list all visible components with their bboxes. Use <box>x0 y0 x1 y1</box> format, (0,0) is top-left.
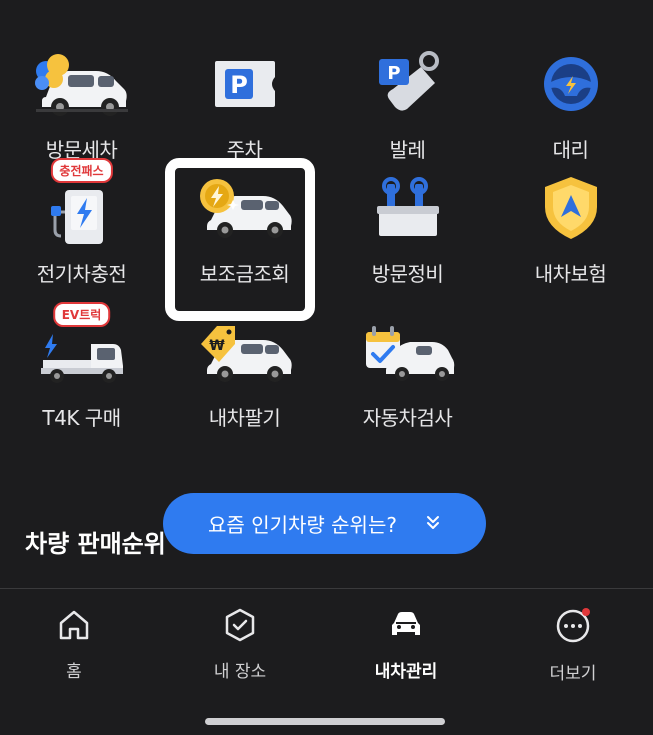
svg-text:₩: ₩ <box>209 338 225 354</box>
electric-truck-icon: EV트럭 <box>27 302 137 398</box>
bottom-navigation: 홈 내 장소 내차관리 더보기 <box>0 588 653 735</box>
promo-badge: EV트럭 <box>52 302 111 327</box>
car-wash-icon <box>27 38 137 130</box>
service-car-wash[interactable]: 방문세차 <box>0 38 163 178</box>
nav-my-car[interactable]: 내차관리 <box>346 607 466 682</box>
home-icon <box>56 607 92 647</box>
nav-label: 내차관리 <box>374 662 438 682</box>
popular-cars-label: 요즘 인기차량 순위는? <box>208 513 397 537</box>
sell-car-tag-icon: ₩ <box>190 306 300 398</box>
service-valet[interactable]: P 발레 <box>326 38 489 178</box>
service-car-insurance[interactable]: 내차보험 <box>489 162 652 302</box>
service-label: 자동차검사 <box>362 406 453 430</box>
inspection-calendar-icon <box>353 306 463 398</box>
service-home-maintenance[interactable]: 방문정비 <box>326 162 489 302</box>
promo-badge: 충전패스 <box>50 158 113 183</box>
service-sell-car[interactable]: ₩ 내차팔기 <box>163 306 326 446</box>
svg-text:P: P <box>387 63 400 84</box>
service-t4k-purchase[interactable]: EV트럭 T4K 구매 <box>0 302 163 446</box>
nav-home[interactable]: 홈 <box>14 607 134 682</box>
service-label: 보조금조회 <box>199 262 290 286</box>
svg-text:P: P <box>230 71 248 99</box>
insurance-shield-icon <box>516 162 626 254</box>
car-front-icon <box>388 607 424 647</box>
ev-charger-icon: 충전패스 <box>27 158 137 254</box>
service-ev-charging[interactable]: 충전패스 전기차충전 <box>0 158 163 302</box>
service-subsidy-lookup[interactable]: 보조금조회 <box>163 162 326 302</box>
service-label: 주차 <box>226 138 263 162</box>
nav-label: 더보기 <box>549 664 597 684</box>
nav-my-places[interactable]: 내 장소 <box>180 607 300 682</box>
subsidy-coin-car-icon <box>190 162 300 254</box>
more-dots-icon <box>554 607 592 649</box>
home-indicator <box>205 718 445 725</box>
sales-ranking-title: 차량 판매순위 <box>25 530 166 558</box>
place-check-icon <box>222 607 258 647</box>
service-label: 방문정비 <box>371 262 444 286</box>
service-label: T4K 구매 <box>42 406 121 430</box>
double-chevron-down-icon <box>425 514 441 534</box>
service-designated-driver[interactable]: 대리 <box>489 38 652 178</box>
service-vehicle-inspection[interactable]: 자동차검사 <box>326 306 489 446</box>
service-label: 내차팔기 <box>208 406 281 430</box>
service-parking[interactable]: P 주차 <box>163 38 326 178</box>
popular-cars-button[interactable]: 요즘 인기차량 순위는? <box>163 493 486 554</box>
service-label: 대리 <box>552 138 589 162</box>
nav-label: 내 장소 <box>213 662 267 682</box>
service-label: 전기차충전 <box>36 262 127 286</box>
valet-tag-icon: P <box>353 38 463 130</box>
service-label: 발레 <box>389 138 426 162</box>
nav-more[interactable]: 더보기 <box>513 607 633 684</box>
nav-label: 홈 <box>66 662 82 682</box>
toolbox-icon <box>353 162 463 254</box>
service-label: 내차보험 <box>534 262 607 286</box>
parking-ticket-icon: P <box>190 38 300 130</box>
steering-wheel-icon <box>516 38 626 130</box>
